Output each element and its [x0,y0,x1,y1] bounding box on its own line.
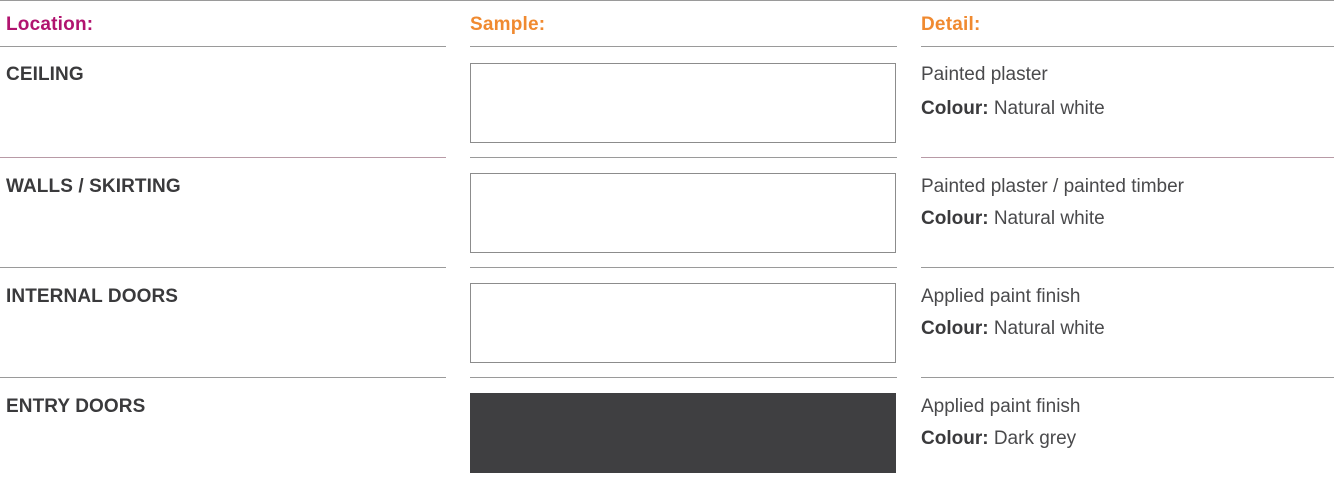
sample-swatch [470,393,896,473]
row-rule-detail [921,267,1334,268]
header-location: Location: [6,14,94,35]
detail-colour: Colour: Natural white [921,208,1105,230]
header-rule-detail [921,46,1334,47]
location-label: WALLS / SKIRTING [6,176,181,197]
sample-swatch [470,173,896,253]
location-label: CEILING [6,64,84,85]
detail-description: Applied paint finish [921,286,1081,307]
detail-description: Painted plaster [921,64,1048,85]
colour-value: Dark grey [993,428,1077,449]
colour-label: Colour: [921,318,989,339]
header-sample: Sample: [470,14,546,35]
row-rule-sample [470,267,897,268]
row-rule-location [0,157,446,158]
detail-colour: Colour: Natural white [921,318,1105,340]
colour-value: Natural white [993,208,1105,229]
row-rule-sample [470,157,897,158]
header-rule-sample [470,46,897,47]
row-rule-detail [921,377,1334,378]
colour-value: Natural white [993,98,1105,119]
sample-swatch [470,63,896,143]
top-rule [0,0,1334,1]
row-rule-sample [470,377,897,378]
location-label: INTERNAL DOORS [6,286,179,307]
header-detail: Detail: [921,14,981,35]
detail-description: Painted plaster / painted timber [921,176,1184,197]
location-label: ENTRY DOORS [6,396,146,417]
colour-label: Colour: [921,208,989,229]
detail-colour: Colour: Natural white [921,98,1105,120]
row-rule-location [0,377,446,378]
colour-label: Colour: [921,98,989,119]
row-rule-detail [921,157,1334,158]
detail-colour: Colour: Dark grey [921,428,1076,450]
header-rule-location [0,46,446,47]
sample-swatch [470,283,896,363]
colour-label: Colour: [921,428,989,449]
detail-description: Applied paint finish [921,396,1081,417]
colour-value: Natural white [993,318,1105,339]
row-rule-location [0,267,446,268]
